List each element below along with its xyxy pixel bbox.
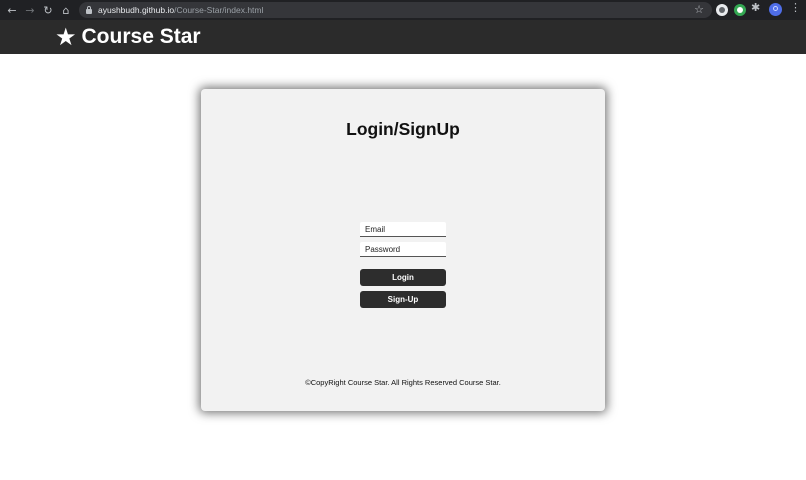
- puzzle-icon[interactable]: ✱: [751, 1, 760, 14]
- url-path: /Course-Star/index.html: [174, 5, 264, 15]
- brand-name: Course Star: [81, 25, 201, 48]
- login-card: Login/SignUp Login Sign-Up ©CopyRight Co…: [201, 89, 605, 411]
- site-header: ★ Course Star: [0, 20, 806, 54]
- extension-icon[interactable]: [716, 4, 728, 16]
- home-icon[interactable]: ⌂: [57, 0, 75, 20]
- copyright-footer: ©CopyRight Course Star. All Rights Reser…: [305, 378, 501, 387]
- back-arrow-icon[interactable]: ←: [3, 0, 21, 20]
- url-host: ayushbudh.github.io: [98, 5, 175, 15]
- grammarly-icon[interactable]: [734, 4, 746, 16]
- login-button[interactable]: Login: [360, 269, 446, 286]
- signup-button[interactable]: Sign-Up: [360, 291, 446, 308]
- lock-icon[interactable]: [86, 6, 92, 14]
- password-field[interactable]: [360, 242, 446, 257]
- brand-logo[interactable]: ★ Course Star: [55, 24, 201, 50]
- kebab-menu-icon[interactable]: ⋮: [790, 1, 801, 14]
- forward-arrow-icon[interactable]: →: [21, 0, 39, 20]
- page-title: Login/SignUp: [346, 119, 460, 139]
- profile-avatar-icon[interactable]: [769, 3, 782, 16]
- email-field[interactable]: [360, 222, 446, 237]
- address-bar[interactable]: ayushbudh.github.io/Course-Star/index.ht…: [79, 2, 712, 18]
- star-icon: ★: [55, 23, 77, 51]
- browser-toolbar: ← → ↻ ⌂ ayushbudh.github.io/Course-Star/…: [0, 0, 806, 20]
- bookmark-star-icon[interactable]: ☆: [694, 3, 704, 16]
- reload-icon[interactable]: ↻: [39, 0, 57, 20]
